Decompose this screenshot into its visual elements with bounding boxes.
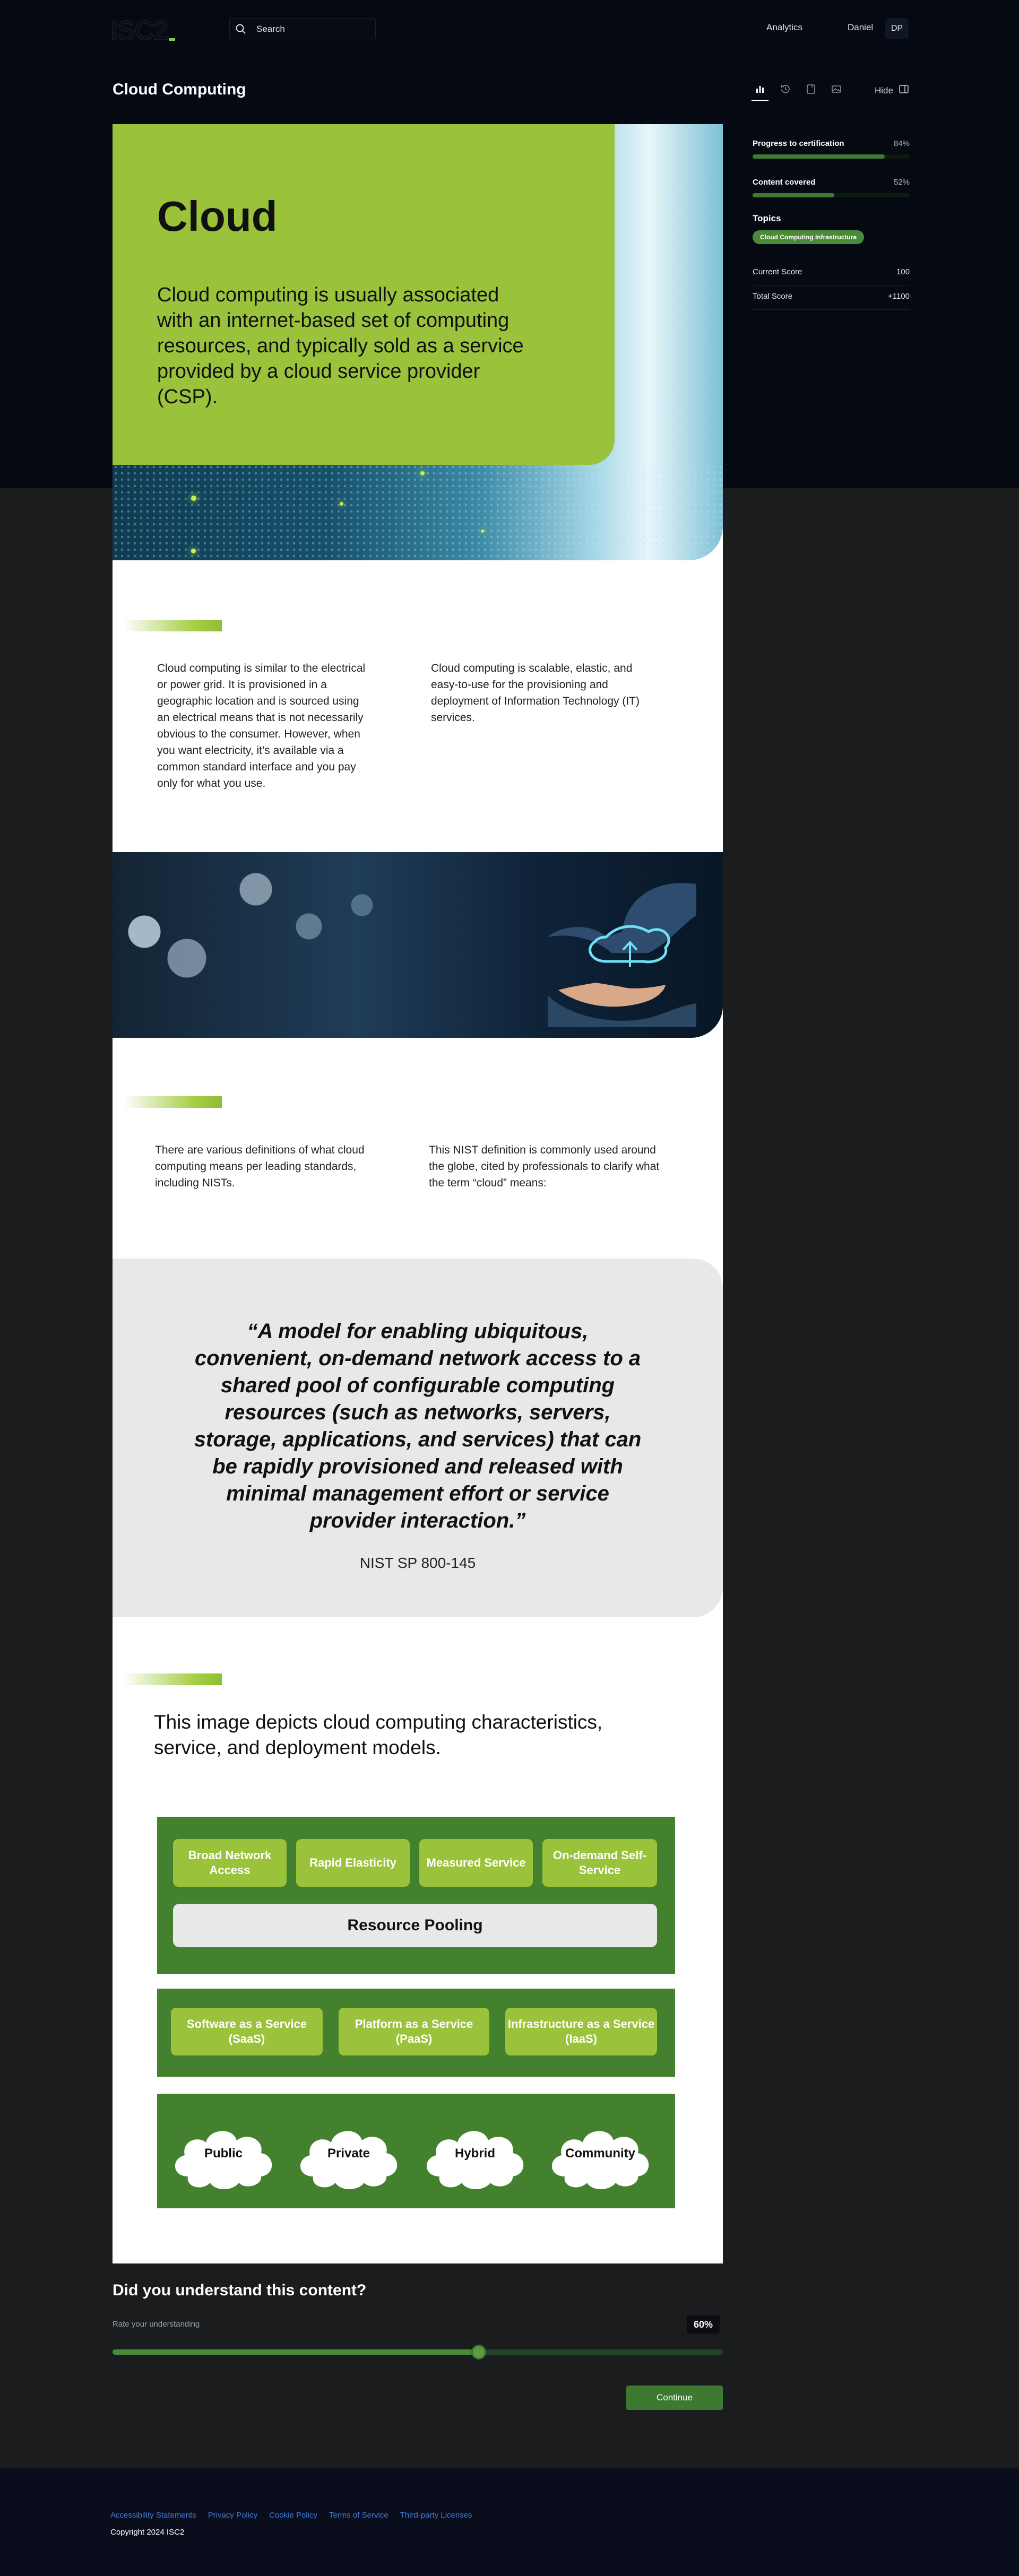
progress-bar-fill [753, 154, 885, 159]
hybrid-cloud-icon: Hybrid [418, 2114, 532, 2193]
continue-button[interactable]: Continue [626, 2386, 723, 2410]
understanding-slider[interactable] [113, 2345, 723, 2360]
progress-value: 84% [893, 139, 910, 148]
deployment-models-group: Public Private Hybrid Community [157, 2094, 675, 2208]
footer: Accessibility Statements Privacy Policy … [0, 2468, 1019, 2576]
progress-sidebar: Progress to certification 84% Content co… [753, 139, 910, 310]
footer-link-privacy[interactable]: Privacy Policy [208, 2511, 257, 2520]
service-model-chip: Infrastructure as a Service (IaaS) [505, 2008, 657, 2055]
deployment-model-label: Hybrid [454, 2146, 495, 2161]
hide-label: Hide [875, 85, 893, 96]
characteristic-chip: On-demand Self-Service [542, 1839, 657, 1887]
hero-light [340, 502, 343, 506]
total-score-label: Total Score [753, 292, 793, 301]
section-accent-bar [123, 1673, 222, 1685]
cloud-hands-image [113, 852, 723, 1038]
avatar[interactable]: DP [885, 18, 909, 39]
paragraph: There are various definitions of what cl… [155, 1144, 365, 1189]
hero-subtitle: Cloud computing is usually associated wi… [157, 284, 524, 408]
top-bar: ISC2 Search Analytics Daniel DP [0, 0, 1019, 57]
topic-badge[interactable]: Cloud Computing Infrastructure [753, 230, 864, 244]
service-models-group: Software as a Service (SaaS) Platform as… [157, 1989, 675, 2077]
hero-title: Cloud [157, 193, 278, 240]
progress-row: Progress to certification 84% [753, 139, 910, 148]
footer-link-licenses[interactable]: Third-party Licenses [400, 2511, 472, 2520]
current-score-row: Current Score 100 [753, 256, 910, 285]
diagram-heading: This image depicts cloud computing chara… [154, 1711, 603, 1758]
slider-fill [113, 2349, 479, 2355]
bar-chart-icon[interactable] [752, 83, 768, 101]
cloud-hands-illustration [548, 883, 696, 1027]
hero-light [420, 471, 425, 475]
hide-sidebar-button[interactable]: Hide [875, 84, 909, 97]
copyright: Copyright 2024 ISC2 [110, 2528, 185, 2537]
understanding-title: Did you understand this content? [113, 2282, 367, 2299]
footer-link-terms[interactable]: Terms of Service [329, 2511, 388, 2520]
content-bar-fill [753, 193, 834, 197]
public-cloud-icon: Public [167, 2114, 280, 2193]
slider-thumb[interactable] [471, 2345, 486, 2360]
paragraph: This NIST definition is commonly used ar… [429, 1144, 660, 1189]
quote-source: NIST SP 800-145 [359, 1555, 476, 1571]
nist-quote: “A model for enabling ubiquitous, conven… [194, 1320, 642, 1532]
hero-panel: Cloud Cloud computing is usually associa… [113, 124, 615, 465]
topics-title: Topics [753, 213, 781, 223]
private-cloud-icon: Private [292, 2114, 405, 2193]
nist-quote-block: “A model for enabling ubiquitous, conven… [113, 1259, 723, 1617]
footer-links: Accessibility Statements Privacy Policy … [110, 2511, 472, 2520]
service-model-chip: Software as a Service (SaaS) [171, 2008, 323, 2055]
hero-datacenter-image: Cloud Cloud computing is usually associa… [113, 124, 723, 560]
hero-server-texture [113, 464, 723, 560]
characteristic-chip: Rapid Elasticity [296, 1839, 410, 1887]
lesson-content: Cloud Cloud computing is usually associa… [113, 124, 723, 2263]
paragraph: Cloud computing is similar to the electr… [157, 662, 366, 790]
content-row: Content covered 52% [753, 178, 910, 187]
characteristic-chip: Broad Network Access [173, 1839, 287, 1887]
community-cloud-icon: Community [543, 2114, 657, 2193]
hero-light [191, 549, 196, 553]
content-value: 52% [893, 178, 910, 187]
paragraph: Cloud computing is scalable, elastic, an… [431, 662, 640, 724]
characteristics-group: Broad Network Access Rapid Elasticity Me… [157, 1817, 675, 1974]
service-model-chip: Platform as a Service (PaaS) [339, 2008, 489, 2055]
footer-link-cookies[interactable]: Cookie Policy [269, 2511, 317, 2520]
total-score-row: Total Score +1100 [753, 285, 910, 310]
note-icon[interactable] [805, 83, 817, 96]
hero-light [481, 530, 484, 533]
search-placeholder: Search [256, 24, 285, 34]
current-score-label: Current Score [753, 267, 802, 276]
history-icon[interactable] [779, 83, 792, 96]
progress-label: Progress to certification [753, 139, 844, 148]
username[interactable]: Daniel [848, 22, 873, 33]
content-toolbar [752, 83, 843, 101]
content-bar [753, 193, 910, 197]
footer-link-accessibility[interactable]: Accessibility Statements [110, 2511, 196, 2520]
deployment-model-label: Public [204, 2146, 243, 2161]
rate-label: Rate your understanding [113, 2320, 200, 2329]
section-accent-bar [123, 1096, 222, 1108]
content-label: Content covered [753, 178, 816, 187]
logo[interactable]: ISC2 [110, 15, 169, 47]
search-input[interactable]: Search [229, 18, 376, 39]
characteristic-chip: Measured Service [419, 1839, 533, 1887]
deployment-model-label: Community [565, 2146, 635, 2161]
collapse-panel-icon [899, 84, 909, 97]
rate-value: 60% [687, 2315, 720, 2334]
progress-bar [753, 154, 910, 159]
search-icon [235, 23, 247, 38]
current-score-value: 100 [896, 267, 910, 276]
resource-pooling: Resource Pooling [173, 1904, 657, 1947]
deployment-model-label: Private [327, 2146, 370, 2161]
page-title: Cloud Computing [113, 81, 246, 98]
logo-accent [169, 38, 175, 41]
image-icon[interactable] [830, 83, 843, 96]
hero-light [191, 496, 196, 501]
analytics-link[interactable]: Analytics [766, 22, 802, 33]
section-accent-bar [123, 620, 222, 631]
total-score-value: +1100 [887, 292, 910, 301]
